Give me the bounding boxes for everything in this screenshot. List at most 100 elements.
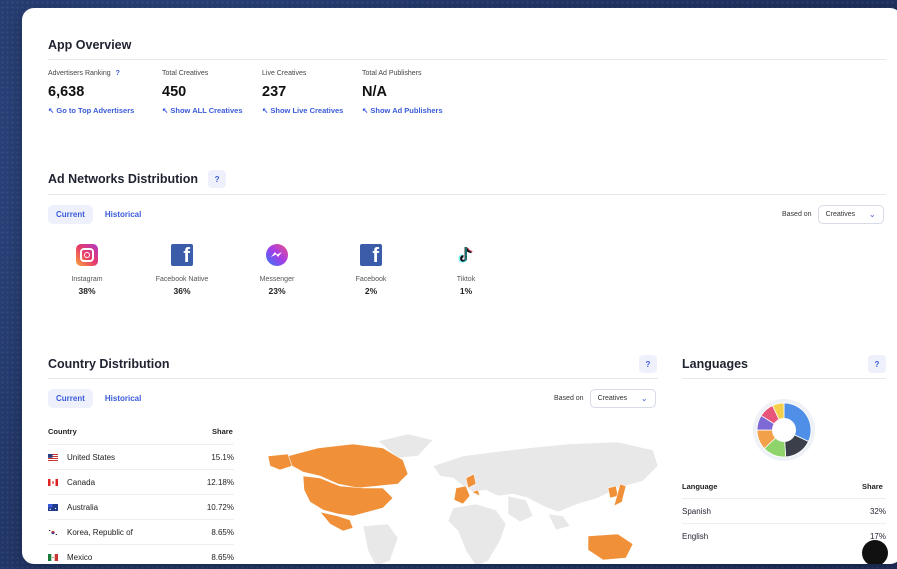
show-all-creatives-link[interactable]: ↖ Show ALL Creatives — [162, 106, 243, 115]
link-label: Show Ad Publishers — [370, 106, 443, 115]
australia-flag-icon — [48, 503, 58, 511]
based-on-select[interactable]: Creatives ⌄ — [817, 205, 884, 224]
network-share: 2% — [364, 286, 378, 296]
stat-value: N/A — [362, 84, 387, 100]
country-tabs: Current Historical — [48, 389, 149, 408]
main-panel: App Overview Advertisers Ranking ? 6,638… — [22, 8, 897, 564]
africa-region — [447, 503, 507, 564]
show-ad-publishers-link[interactable]: ↖ Show Ad Publishers — [362, 106, 443, 115]
country-name: Australia — [67, 502, 99, 512]
chat-bubble-button[interactable] — [862, 540, 888, 564]
us-flag-icon — [48, 453, 58, 461]
stat-label: Live Creatives — [262, 70, 307, 77]
based-on-label: Based on — [554, 395, 584, 402]
world-map[interactable] — [258, 426, 678, 564]
network-name: Messenger — [259, 276, 295, 283]
table-row[interactable]: Korea, Republic of 8.65% — [48, 519, 234, 544]
network-instagram[interactable]: Instagram 38% — [47, 244, 127, 296]
donut-hole — [772, 418, 796, 442]
tab-current[interactable]: Current — [48, 205, 93, 224]
tab-historical[interactable]: Historical — [97, 205, 149, 224]
divider — [48, 59, 886, 60]
stat-value: 450 — [162, 84, 187, 100]
go-to-top-advertisers-link[interactable]: ↖ Go to Top Advertisers — [48, 106, 134, 115]
country-share: 15.1% — [211, 452, 234, 462]
network-name: Facebook Native — [155, 276, 209, 283]
canada-flag-icon — [48, 478, 58, 486]
based-on-control: Based on Creatives ⌄ — [782, 205, 884, 224]
column-header-share: Share — [212, 427, 233, 436]
country-share: 8.65% — [211, 527, 234, 537]
link-label: Show ALL Creatives — [170, 106, 243, 115]
network-share: 1% — [459, 286, 473, 296]
chevron-down-icon: ⌄ — [868, 210, 876, 219]
chevron-down-icon: ⌄ — [640, 394, 648, 403]
link-label: Show Live Creatives — [270, 106, 344, 115]
tiktok-icon — [455, 244, 477, 266]
network-tiktok[interactable]: Tiktok 1% — [426, 244, 506, 296]
middle-east-region — [507, 495, 534, 523]
link-label: Go to Top Advertisers — [56, 106, 135, 115]
help-button[interactable]: ? — [208, 170, 227, 188]
eurasia-region — [432, 441, 659, 513]
based-on-control: Based on Creatives ⌄ — [554, 389, 656, 408]
ad-networks-tabs: Current Historical — [48, 205, 149, 224]
tab-historical[interactable]: Historical — [97, 389, 149, 408]
network-name: Instagram — [71, 276, 103, 283]
country-name: Korea, Republic of — [67, 527, 133, 537]
ad-networks-header: Ad Networks Distribution ? — [48, 170, 227, 188]
network-name: Tiktok — [456, 276, 476, 283]
stat-label: Total Ad Publishers — [362, 70, 422, 77]
help-button[interactable]: ? — [639, 355, 657, 373]
table-row[interactable]: Australia 10.72% — [48, 494, 234, 519]
network-share: 23% — [268, 286, 286, 296]
mexico-flag-icon — [48, 553, 58, 561]
list-item[interactable]: Spanish 32% — [682, 498, 886, 523]
country-name: United States — [67, 452, 116, 462]
divider — [48, 378, 658, 379]
country-name: Canada — [67, 477, 96, 487]
help-button[interactable]: ? — [868, 355, 886, 373]
country-name: Mexico — [67, 552, 93, 562]
stat-total-ad-publishers: Total Ad Publishers N/A ↖ Show Ad Publis… — [362, 70, 443, 115]
select-value: Creatives — [597, 395, 628, 402]
messenger-icon — [266, 244, 288, 266]
country-share: 12.18% — [206, 477, 234, 487]
country-distribution-title: Country Distribution — [48, 357, 170, 371]
stat-live-creatives: Live Creatives 237 ↖ Show Live Creatives — [262, 70, 343, 115]
languages-donut-chart[interactable] — [752, 398, 816, 462]
arrow-up-left-icon: ↖ — [48, 106, 55, 115]
select-value: Creatives — [825, 211, 856, 218]
table-row[interactable]: United States 15.1% — [48, 444, 234, 469]
australia-region — [587, 533, 634, 561]
korea-flag-icon — [48, 528, 58, 536]
ad-networks-title: Ad Networks Distribution — [48, 172, 199, 186]
stat-total-creatives: Total Creatives 450 ↖ Show ALL Creatives — [162, 70, 243, 115]
facebook-icon: f — [171, 244, 193, 266]
column-header-language: Language — [682, 482, 718, 491]
stat-advertisers-ranking: Advertisers Ranking ? 6,638 ↖ Go to Top … — [48, 70, 134, 115]
country-share: 8.65% — [211, 552, 234, 562]
language-name: English — [682, 531, 709, 541]
column-header-country: Country — [48, 427, 77, 436]
alaska-region — [267, 453, 293, 471]
list-item[interactable]: English 17% — [682, 523, 886, 548]
stat-label: Advertisers Ranking — [48, 70, 111, 77]
help-icon[interactable]: ? — [116, 70, 120, 77]
network-share: 38% — [78, 286, 96, 296]
network-messenger[interactable]: Messenger 23% — [237, 244, 317, 296]
stat-value: 237 — [262, 84, 287, 100]
arrow-up-left-icon: ↖ — [262, 106, 269, 115]
based-on-label: Based on — [782, 211, 812, 218]
based-on-select[interactable]: Creatives ⌄ — [589, 389, 656, 408]
network-facebook-native[interactable]: f Facebook Native 36% — [142, 244, 222, 296]
table-row[interactable]: Mexico 8.65% — [48, 544, 234, 564]
arrow-up-left-icon: ↖ — [362, 106, 369, 115]
network-facebook[interactable]: f Facebook 2% — [331, 244, 411, 296]
show-live-creatives-link[interactable]: ↖ Show Live Creatives — [262, 106, 343, 115]
tab-current[interactable]: Current — [48, 389, 93, 408]
languages-title: Languages — [682, 357, 748, 371]
south-america-region — [362, 523, 399, 564]
table-row[interactable]: Canada 12.18% — [48, 469, 234, 494]
column-header-share: Share — [862, 482, 883, 491]
